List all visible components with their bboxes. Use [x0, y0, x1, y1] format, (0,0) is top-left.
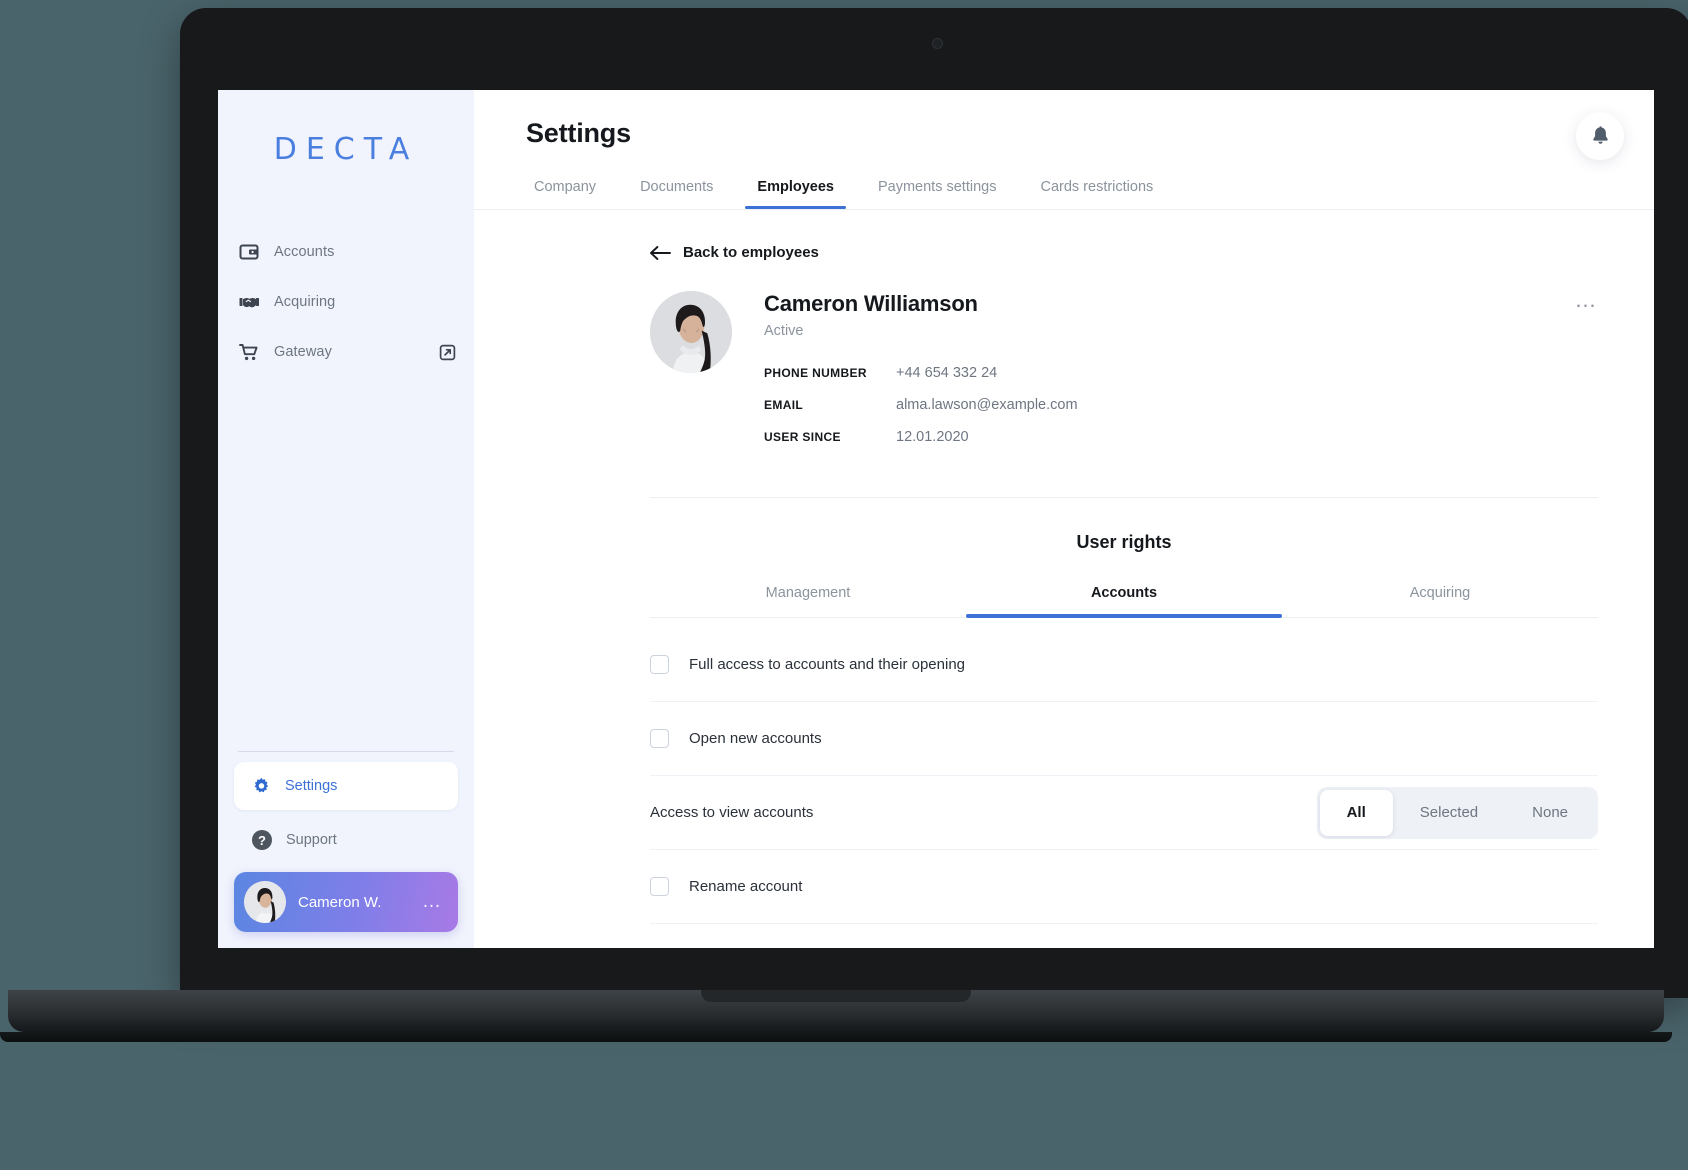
field-label: USER SINCE: [764, 430, 896, 444]
tab-payments-settings[interactable]: Payments settings: [856, 179, 1018, 209]
field-value: +44 654 332 24: [896, 365, 997, 381]
webcam: [932, 38, 943, 49]
employee-detail-panel: Back to employees: [474, 244, 1654, 948]
permission-label: Rename account: [689, 878, 802, 895]
page-title: Settings: [526, 118, 1654, 149]
laptop-base-foot: [0, 1032, 1672, 1042]
tabs-divider: [474, 209, 1654, 210]
arrow-left-icon: [650, 246, 671, 260]
permission-label: Open new accounts: [689, 730, 822, 747]
bell-icon: [1591, 126, 1610, 146]
tab-documents[interactable]: Documents: [618, 179, 735, 209]
avatar: [650, 291, 732, 373]
sidebar-item-support[interactable]: ? Support: [234, 816, 458, 864]
employee-fields: PHONE NUMBER +44 654 332 24 EMAIL alma.l…: [764, 365, 1598, 445]
tab-company[interactable]: Company: [526, 179, 618, 209]
permissions-list: Full access to accounts and their openin…: [650, 628, 1598, 948]
sidebar-user-menu-icon[interactable]: …: [422, 897, 442, 907]
field-value: alma.lawson@example.com: [896, 397, 1078, 413]
notifications-button[interactable]: [1576, 112, 1624, 160]
checkbox-open-new-accounts[interactable]: [650, 729, 669, 748]
segment-selected[interactable]: Selected: [1393, 790, 1505, 836]
sidebar-item-acquiring[interactable]: Acquiring: [218, 279, 474, 325]
field-value: 12.01.2020: [896, 429, 969, 445]
sidebar-item-label: Settings: [285, 778, 337, 794]
sidebar-item-gateway[interactable]: Gateway: [218, 329, 474, 375]
permission-row-full-access: Full access to accounts and their openin…: [650, 628, 1598, 702]
rights-tab-management[interactable]: Management: [650, 585, 966, 617]
back-to-employees-link[interactable]: Back to employees: [650, 244, 819, 261]
settings-tabs: Company Documents Employees Payments set…: [526, 179, 1654, 209]
screen: DECTA Accounts: [218, 90, 1654, 948]
permission-label: Full access to accounts and their openin…: [689, 656, 965, 673]
access-scope-segmented-control: All Selected None: [1317, 787, 1598, 839]
permission-label: Access to view accounts: [650, 804, 813, 821]
laptop-base: [8, 990, 1664, 1032]
sidebar-item-label: Gateway: [274, 344, 332, 360]
sidebar-spacer: [218, 375, 474, 751]
sidebar-item-settings[interactable]: Settings: [234, 762, 458, 810]
sidebar-item-label: Support: [286, 832, 337, 848]
sidebar-divider: [238, 751, 454, 752]
sidebar: DECTA Accounts: [218, 90, 474, 948]
brand-logo[interactable]: DECTA: [218, 132, 474, 167]
checkbox-full-access[interactable]: [650, 655, 669, 674]
back-link-label: Back to employees: [683, 244, 819, 261]
laptop-frame: DECTA Accounts: [180, 8, 1688, 998]
external-link-icon[interactable]: [439, 344, 456, 361]
employee-info: Cameron Williamson Active PHONE NUMBER +…: [764, 291, 1598, 461]
user-rights-tabs: Management Accounts Acquiring: [650, 585, 1598, 618]
checkbox-rename-account[interactable]: [650, 877, 669, 896]
help-icon: ?: [252, 830, 272, 850]
field-label: EMAIL: [764, 398, 896, 412]
field-email: EMAIL alma.lawson@example.com: [764, 397, 1598, 413]
tab-employees[interactable]: Employees: [735, 179, 856, 209]
main-content: Settings Company Documents Employees Pay…: [474, 90, 1654, 948]
employee-profile: Cameron Williamson Active PHONE NUMBER +…: [650, 291, 1598, 461]
rights-tab-acquiring[interactable]: Acquiring: [1282, 585, 1598, 617]
section-divider: [650, 497, 1598, 498]
handshake-icon: [238, 291, 260, 313]
avatar: [244, 881, 286, 923]
sidebar-item-accounts[interactable]: Accounts: [218, 229, 474, 275]
segment-all[interactable]: All: [1320, 790, 1393, 836]
sidebar-nav: Accounts Acquiring: [218, 229, 474, 375]
permission-row-rename-account: Rename account: [650, 850, 1598, 924]
employee-more-menu-icon[interactable]: …: [1575, 295, 1599, 305]
sidebar-user-name: Cameron W.: [298, 894, 381, 911]
rights-tab-accounts[interactable]: Accounts: [966, 585, 1282, 617]
wallet-icon: [238, 241, 260, 263]
gear-icon: [252, 777, 271, 796]
user-rights-title: User rights: [650, 532, 1598, 553]
cart-icon: [238, 341, 260, 363]
status-badge: Active: [764, 323, 1598, 339]
field-label: PHONE NUMBER: [764, 366, 896, 380]
field-user-since: USER SINCE 12.01.2020: [764, 429, 1598, 445]
permission-row-open-new-accounts: Open new accounts: [650, 702, 1598, 776]
sidebar-item-label: Acquiring: [274, 294, 335, 310]
field-phone-number: PHONE NUMBER +44 654 332 24: [764, 365, 1598, 381]
permission-row-change-account-status: Change account status: [650, 924, 1598, 948]
employee-name: Cameron Williamson: [764, 291, 1598, 317]
sidebar-item-label: Accounts: [274, 244, 334, 260]
tab-cards-restrictions[interactable]: Cards restrictions: [1018, 179, 1175, 209]
segment-none[interactable]: None: [1505, 790, 1595, 836]
sidebar-user-card[interactable]: Cameron W. …: [234, 872, 458, 932]
sidebar-footer: Settings ? Support: [218, 751, 474, 948]
permission-row-access-to-view-accounts: Access to view accounts All Selected Non…: [650, 776, 1598, 850]
